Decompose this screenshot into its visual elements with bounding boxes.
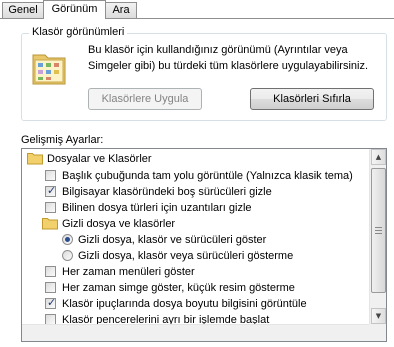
- radio-button[interactable]: [62, 250, 73, 261]
- grip-line: [375, 230, 382, 231]
- folder-icon: [42, 218, 58, 230]
- folder-views-icon: [32, 54, 66, 85]
- item-label: Her zaman simge göster, küçük resim göst…: [62, 282, 295, 294]
- advanced-settings-list[interactable]: Dosyalar ve Klasörler Başlık çubuğunda t…: [21, 148, 387, 342]
- checkbox[interactable]: ✓: [45, 184, 57, 197]
- item-label: Bilgisayar klasöründeki boş sürücüleri g…: [62, 186, 272, 198]
- checkbox[interactable]: [45, 170, 56, 181]
- radio-selected-dot: [65, 237, 70, 242]
- list-item[interactable]: Bilinen dosya türleri için uzantıları gi…: [22, 200, 372, 216]
- folder-icon: [27, 153, 43, 165]
- item-label: Her zaman menüleri göster: [62, 266, 195, 278]
- advanced-settings-label: Gelişmiş Ayarlar:: [21, 134, 104, 146]
- tab-genel[interactable]: Genel: [2, 2, 44, 18]
- check-icon: ✓: [47, 296, 57, 309]
- list-item[interactable]: Gizli dosya, klasör veya sürücüleri göst…: [22, 248, 372, 264]
- checkbox[interactable]: [45, 266, 56, 277]
- list-item[interactable]: Gizli dosya, klasör ve sürücüleri göster: [22, 232, 372, 248]
- item-label: Dosyalar ve Klasörler: [47, 153, 152, 165]
- item-label: Gizli dosya, klasör veya sürücüleri göst…: [78, 250, 294, 262]
- list-item[interactable]: Her zaman simge göster, küçük resim göst…: [22, 280, 372, 296]
- tab-gorunum[interactable]: Görünüm: [43, 0, 106, 19]
- item-label: Başlık çubuğunda tam yolu görüntüle (Yal…: [62, 170, 353, 182]
- grip-line: [375, 233, 382, 234]
- list-item: Dosyalar ve Klasörler: [22, 151, 372, 167]
- checkbox[interactable]: [45, 282, 56, 293]
- apply-to-folders-button[interactable]: Klasörlere Uygula: [88, 88, 202, 110]
- folder-views-description: Bu klasör için kullandığınız görünümü (A…: [88, 44, 369, 72]
- item-label: Bilinen dosya türleri için uzantıları gi…: [62, 202, 252, 214]
- folder-views-title: Klasör görünümleri: [29, 26, 128, 39]
- list-item[interactable]: ✓ Bilgisayar klasöründeki boş sürücüleri…: [22, 184, 372, 200]
- tab-strip: Genel Görünüm Ara: [0, 0, 394, 19]
- check-icon: ✓: [47, 184, 57, 197]
- horizontal-scrollbar[interactable]: [22, 324, 370, 341]
- checkbox[interactable]: [45, 202, 56, 213]
- list-item: Gizli dosya ve klasörler: [22, 216, 372, 232]
- tab-ara[interactable]: Ara: [105, 2, 137, 18]
- grip-line: [375, 227, 382, 228]
- list-item[interactable]: Her zaman menüleri göster: [22, 264, 372, 280]
- list-item[interactable]: ✓ Klasör ipuçlarında dosya boyutu bilgis…: [22, 296, 372, 312]
- scrollbar-corner: [369, 324, 386, 341]
- vertical-scrollbar[interactable]: ▲ ▼: [369, 149, 386, 341]
- scroll-up-arrow-icon[interactable]: ▲: [371, 149, 386, 165]
- scroll-down-arrow-icon[interactable]: ▼: [371, 308, 386, 324]
- reset-folders-button[interactable]: Klasörleri Sıfırla: [250, 88, 374, 110]
- list-item[interactable]: Başlık çubuğunda tam yolu görüntüle (Yal…: [22, 168, 372, 184]
- item-label: Gizli dosya ve klasörler: [62, 218, 176, 230]
- checkbox[interactable]: ✓: [45, 296, 57, 309]
- item-label: Gizli dosya, klasör ve sürücüleri göster: [78, 234, 267, 246]
- radio-button[interactable]: [62, 234, 73, 245]
- scroll-thumb[interactable]: [371, 168, 386, 293]
- item-label: Klasör ipuçlarında dosya boyutu bilgisin…: [62, 298, 307, 310]
